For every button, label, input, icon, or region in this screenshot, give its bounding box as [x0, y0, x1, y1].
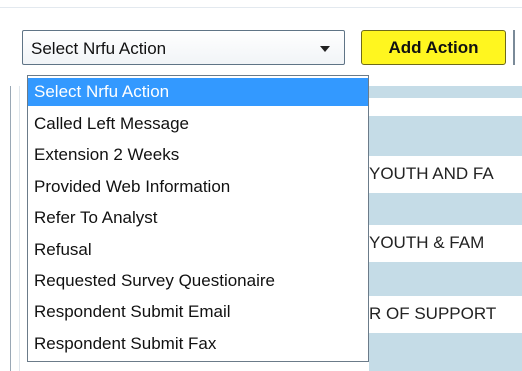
dropdown-option[interactable]: Refusal: [28, 236, 368, 264]
left-divider-light: [19, 86, 20, 371]
nrfu-action-dropdown[interactable]: Select Nrfu Action Called Left Message E…: [27, 75, 369, 362]
dropdown-option[interactable]: Called Left Message: [28, 110, 368, 138]
left-divider: [10, 86, 11, 371]
dropdown-option[interactable]: Respondent Submit Email: [28, 298, 368, 326]
divider: [513, 30, 515, 65]
chevron-down-icon[interactable]: [320, 46, 330, 52]
top-divider: [0, 7, 522, 8]
table-header-band: [369, 86, 522, 98]
dropdown-option[interactable]: Select Nrfu Action: [28, 78, 368, 106]
add-action-button[interactable]: Add Action: [361, 30, 506, 65]
dropdown-option[interactable]: Requested Survey Questionaire: [28, 267, 368, 295]
table-band: [369, 262, 522, 296]
nrfu-action-select[interactable]: Select Nrfu Action: [22, 30, 345, 65]
table-row[interactable]: YOUTH AND FA: [369, 156, 522, 193]
dropdown-option[interactable]: Refer To Analyst: [28, 204, 368, 232]
dropdown-option[interactable]: Provided Web Information: [28, 173, 368, 201]
table-band: [369, 193, 522, 225]
select-value: Select Nrfu Action: [31, 39, 167, 58]
table-band: [369, 116, 522, 156]
dropdown-option[interactable]: Respondent Submit Fax: [28, 330, 368, 358]
table-row[interactable]: R OF SUPPORT: [369, 296, 522, 333]
table-row[interactable]: YOUTH & FAM: [369, 225, 522, 262]
dropdown-option[interactable]: Extension 2 Weeks: [28, 141, 368, 169]
table-row-text: YOUTH & FAM: [369, 233, 485, 252]
table-row-text: YOUTH AND FA: [369, 164, 494, 183]
table-band: [369, 333, 522, 371]
table-row-text: R OF SUPPORT: [369, 304, 497, 323]
